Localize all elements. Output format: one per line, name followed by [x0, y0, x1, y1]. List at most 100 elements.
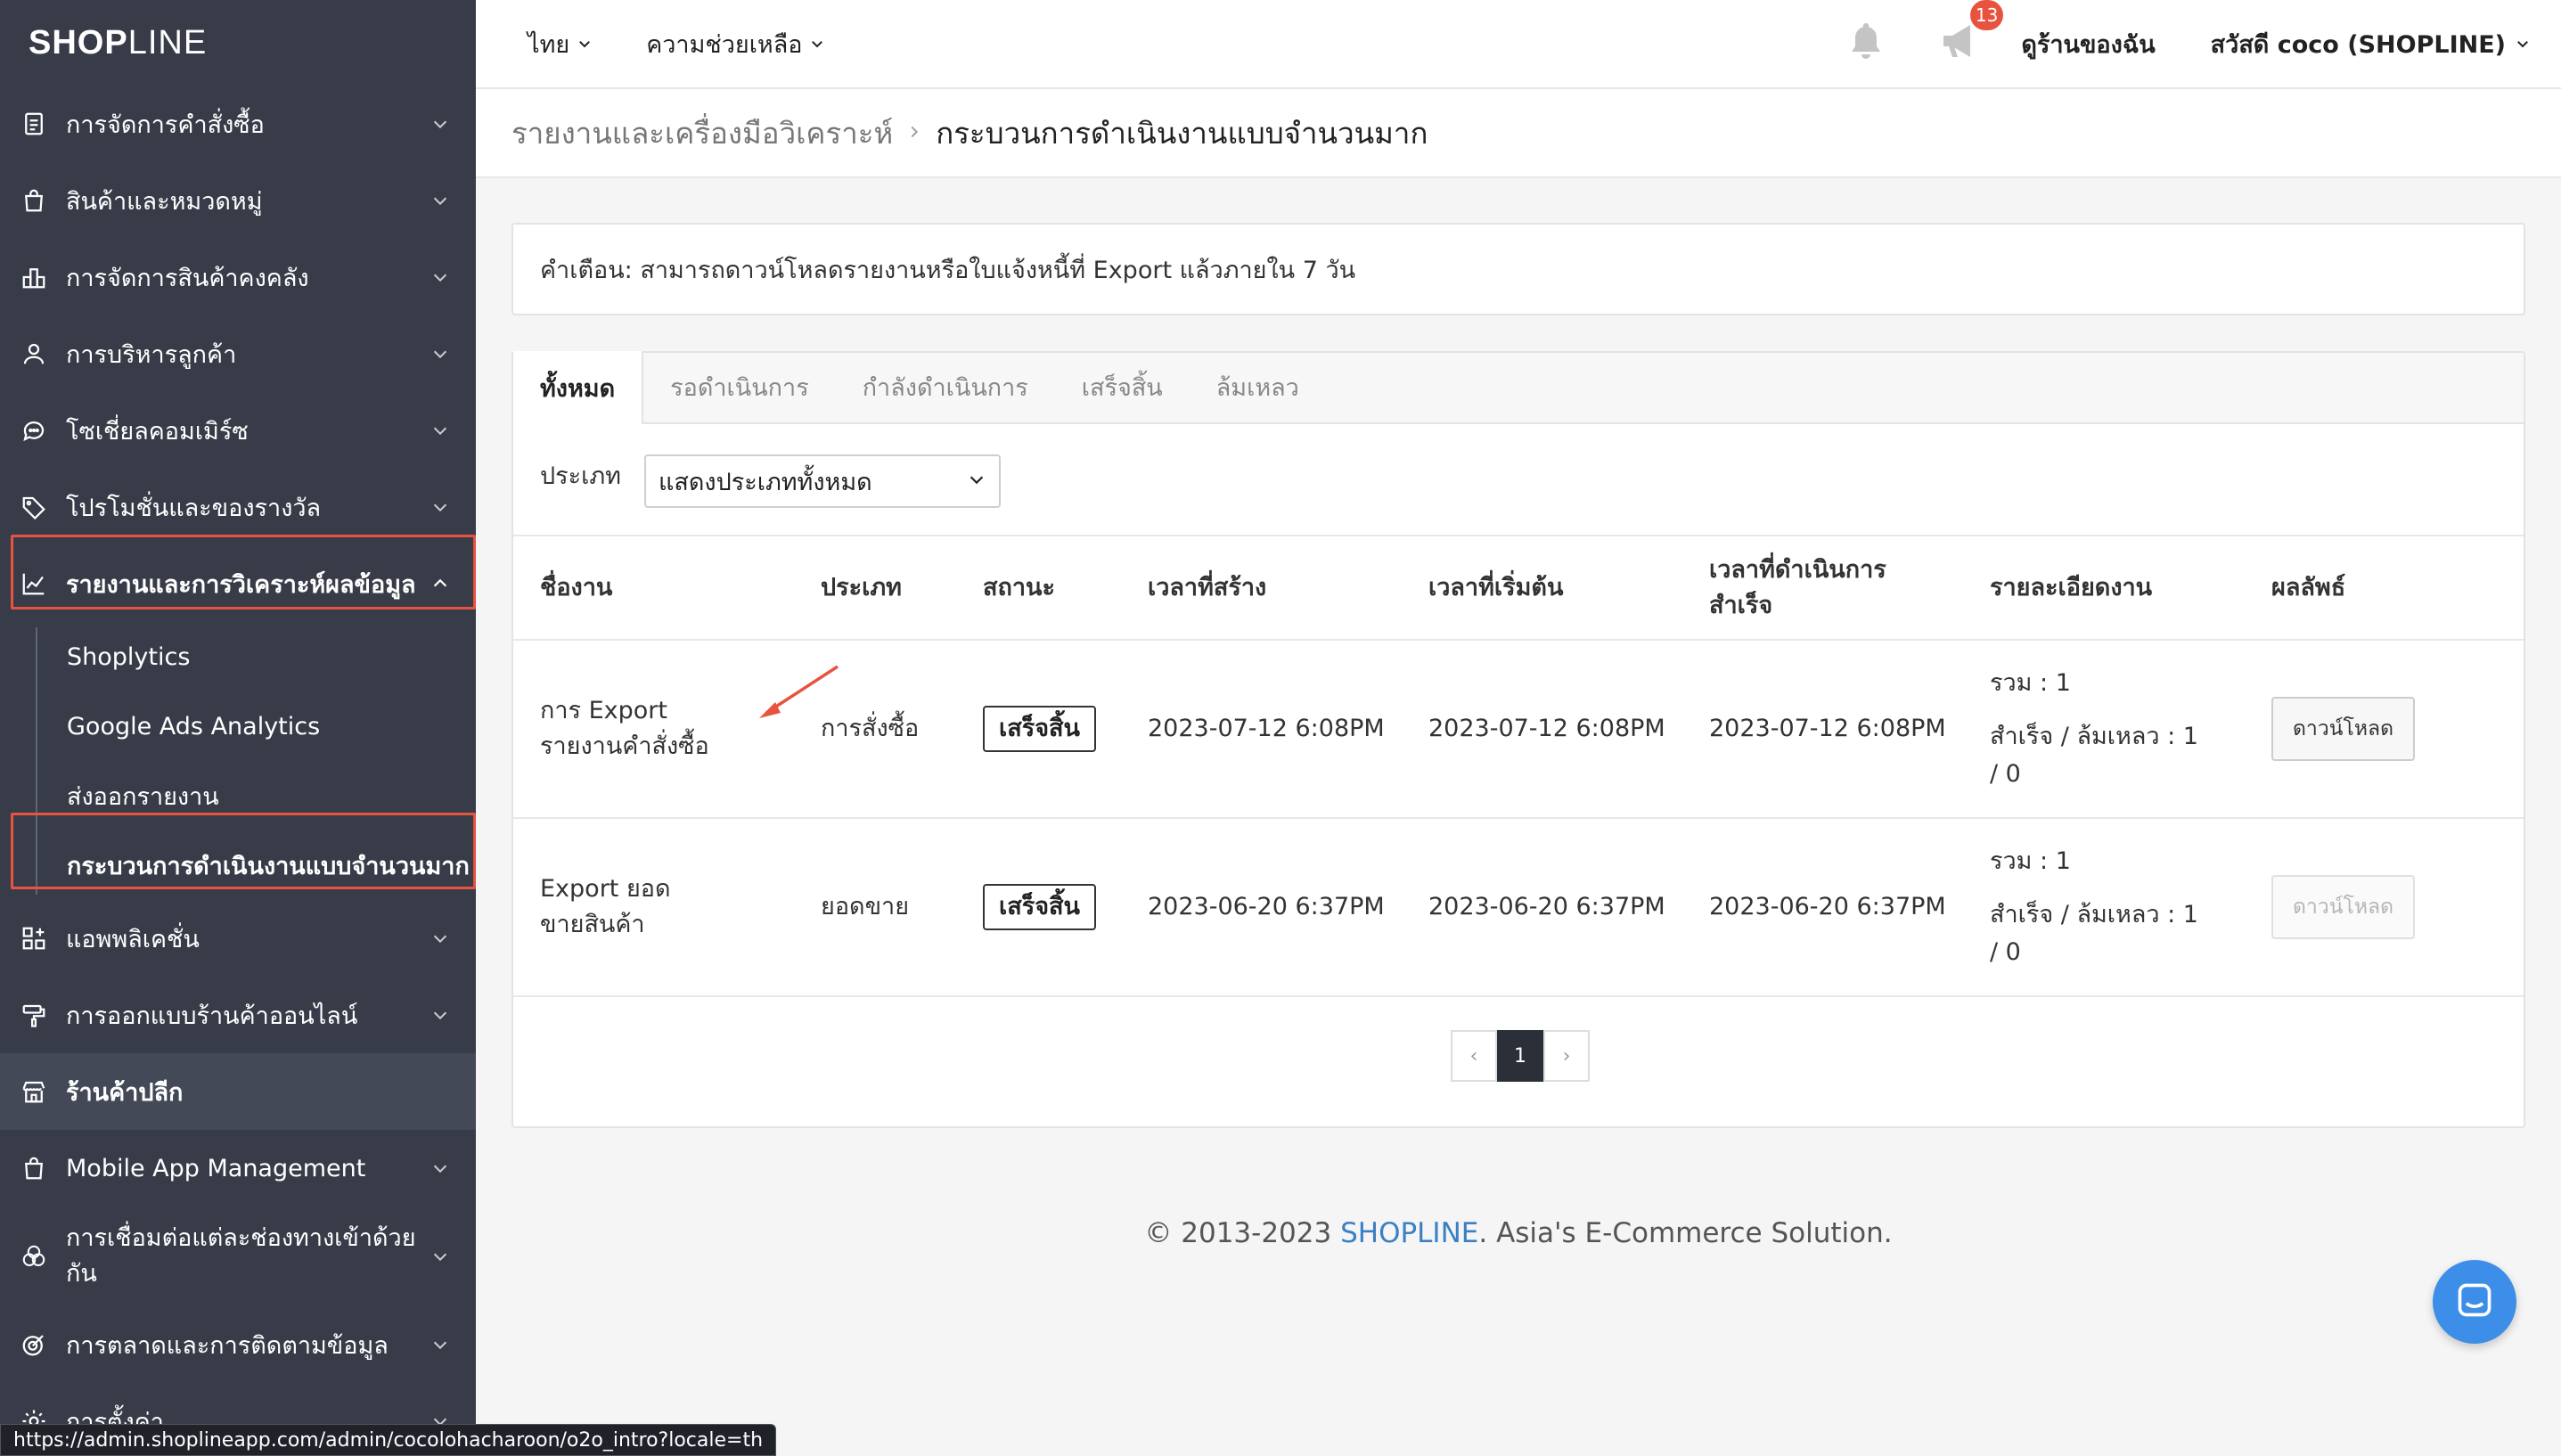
sidebar: SHOP LINE การจัดการคำสั่งซื้อ สินค้าและหม…: [0, 0, 476, 1456]
shopline-logo[interactable]: SHOP LINE: [0, 0, 476, 86]
chevron-down-icon: [428, 1332, 453, 1357]
sidebar-item-apps[interactable]: แอพพลิเคชั่น: [0, 900, 476, 977]
browser-status-url: https://admin.shoplineapp.com/admin/coco…: [0, 1424, 777, 1456]
language-dropdown[interactable]: ไทย: [528, 25, 593, 63]
started-time: 2023-07-12 6:08PM: [1402, 640, 1682, 819]
mobile-bag-icon: [16, 1150, 52, 1186]
help-dropdown[interactable]: ความช่วยเหลือ: [646, 25, 825, 63]
chevron-down-icon: [2515, 30, 2531, 58]
result-cell: ดาวน์โหลด: [2245, 818, 2524, 997]
sidebar-item-label: ร้านค้าปลีก: [66, 1078, 184, 1107]
warning-notice: คำเตือน: สามารถดาวน์โหลดรายงานหรือใบแจ้ง…: [511, 223, 2525, 315]
sidebar-item-promotions[interactable]: โปรโมชั่นและของรางวัล: [0, 469, 476, 545]
announcement-button[interactable]: 13: [1937, 0, 2004, 69]
sidebar-subitem-export-reports[interactable]: ส่งออกรายงาน: [0, 761, 476, 830]
type-select[interactable]: แสดงประเภททั้งหมด: [643, 454, 1001, 508]
sidebar-item-omnichannel[interactable]: การเชื่อมต่อแต่ละช่องทางเข้าด้วยกัน: [0, 1207, 476, 1306]
sidebar-item-label: การจัดการคำสั่งซื้อ: [66, 110, 265, 139]
table-header-row: ชื่องาน ประเภท สถานะ เวลาที่สร้าง เวลาที…: [513, 536, 2524, 641]
sidebar-item-store-design[interactable]: การออกแบบร้านค้าออนไลน์: [0, 977, 476, 1053]
sidebar-subitem-google-ads[interactable]: Google Ads Analytics: [0, 691, 476, 761]
chevron-down-icon: [428, 418, 453, 443]
job-name: การ Export รายงานคำสั่งซื้อ: [513, 640, 794, 819]
column-header: ผลลัพธ์: [2245, 536, 2524, 641]
column-header: เวลาที่เริ่มต้น: [1402, 536, 1682, 641]
sidebar-item-marketing[interactable]: การตลาดและการติดตามข้อมูล: [0, 1306, 476, 1383]
tab-in-progress[interactable]: กำลังดำเนินการ: [836, 351, 1055, 422]
sidebar-item-orders[interactable]: การจัดการคำสั่งซื้อ: [0, 86, 476, 162]
sidebar-item-label: แอพพลิเคชั่น: [66, 925, 200, 953]
created-time: 2023-07-12 6:08PM: [1121, 640, 1402, 819]
chevron-down-icon: [428, 341, 453, 366]
sidebar-item-label: การบริหารลูกค้า: [66, 340, 237, 369]
job-status-cell: เสร็จสิ้น: [956, 640, 1121, 819]
chevron-down-icon: [428, 495, 453, 519]
tab-pending[interactable]: รอดำเนินการ: [643, 351, 836, 422]
status-tabs: ทั้งหมด รอดำเนินการ กำลังดำเนินการ เสร็จ…: [513, 351, 2524, 424]
job-details: รวม : 1 สำเร็จ / ล้มเหลว : 1 / 0: [1963, 640, 2245, 819]
sidebar-item-label: สินค้าและหมวดหมู่: [66, 187, 263, 216]
megaphone-icon: [1937, 24, 1985, 69]
download-button[interactable]: ดาวน์โหลด: [2271, 697, 2416, 761]
logo-bold-text: SHOP: [29, 23, 128, 61]
column-header: เวลาที่ดำเนินการสำเร็จ: [1682, 536, 1963, 641]
chevron-down-icon: [428, 1244, 453, 1269]
help-label: ความช่วยเหลือ: [646, 30, 803, 59]
sidebar-item-customers[interactable]: การบริหารลูกค้า: [0, 315, 476, 392]
completed-time: 2023-07-12 6:08PM: [1682, 640, 1963, 819]
chat-support-button[interactable]: [2433, 1260, 2516, 1344]
type-select-value: แสดงประเภททั้งหมด: [658, 468, 872, 496]
sidebar-item-retail-store[interactable]: ร้านค้าปลีก: [0, 1053, 476, 1130]
type-filter: ประเภท แสดงประเภททั้งหมด: [513, 424, 2524, 536]
sidebar-item-label: การตลาดและการติดตามข้อมูล: [66, 1331, 389, 1360]
pagination-next[interactable]: ›: [1543, 1030, 1590, 1082]
bell-icon[interactable]: [1845, 19, 1887, 70]
chevron-right-icon: [907, 118, 921, 149]
warning-notice-text: คำเตือน: สามารถดาวน์โหลดรายงานหรือใบแจ้ง…: [540, 256, 1356, 284]
job-name: Export ยอดขายสินค้า: [513, 818, 794, 997]
column-header: รายละเอียดงาน: [1963, 536, 2245, 641]
sidebar-item-mobile-app[interactable]: Mobile App Management: [0, 1130, 476, 1207]
tab-failed[interactable]: ล้มเหลว: [1190, 351, 1326, 422]
column-header: เวลาที่สร้าง: [1121, 536, 1402, 641]
shopping-bag-icon: [16, 183, 52, 218]
sidebar-subitem-shoplytics[interactable]: Shoplytics: [0, 622, 476, 691]
main-content: รายงานและเครื่องมือวิเคราะห์ กระบวนการดำ…: [476, 89, 2561, 1456]
user-menu-dropdown[interactable]: สวัสดี coco (SHOPLINE): [2211, 25, 2531, 63]
job-type: ยอดขาย: [794, 818, 956, 997]
column-header: ชื่องาน: [513, 536, 794, 641]
warehouse-icon: [16, 259, 52, 295]
sidebar-item-social-commerce[interactable]: โซเชี่ยลคอมเมิร์ซ: [0, 392, 476, 469]
chevron-down-icon: [428, 1156, 453, 1181]
view-my-store-link[interactable]: ดูร้านของฉัน: [2021, 25, 2155, 63]
breadcrumb: รายงานและเครื่องมือวิเคราะห์ กระบวนการดำ…: [476, 89, 2561, 178]
tab-all[interactable]: ทั้งหมด: [513, 351, 644, 424]
sidebar-item-label: โซเชี่ยลคอมเมิร์ซ: [66, 417, 249, 446]
apps-grid-icon: [16, 920, 52, 956]
sidebar-item-inventory[interactable]: การจัดการสินค้าคงคลัง: [0, 239, 476, 315]
tab-completed[interactable]: เสร็จสิ้น: [1055, 351, 1190, 422]
circles-icon: [16, 1239, 52, 1274]
breadcrumb-parent-link[interactable]: รายงานและเครื่องมือวิเคราะห์: [511, 110, 893, 157]
sidebar-item-reports[interactable]: รายงานและการวิเคราะห์ผลข้อมูล: [0, 545, 476, 622]
chevron-down-icon: [967, 468, 986, 495]
chat-bubble-icon: [16, 413, 52, 448]
sidebar-subitem-bulk-operations[interactable]: กระบวนการดำเนินงานแบบจำนวนมาก: [0, 830, 476, 900]
created-time: 2023-06-20 6:37PM: [1121, 818, 1402, 997]
sidebar-item-label: Mobile App Management: [66, 1154, 366, 1182]
table-row: Export ยอดขายสินค้า ยอดขาย เสร็จสิ้น 202…: [513, 818, 2524, 997]
chevron-up-icon: [428, 571, 453, 596]
footer-shopline-link[interactable]: SHOPLINE: [1340, 1217, 1478, 1249]
chevron-down-icon: [428, 265, 453, 290]
started-time: 2023-06-20 6:37PM: [1402, 818, 1682, 997]
user-icon: [16, 336, 52, 372]
pagination-page[interactable]: 1: [1497, 1030, 1543, 1082]
details-total: รวม : 1: [1990, 847, 2071, 875]
chevron-down-icon: [428, 1002, 453, 1027]
download-button[interactable]: ดาวน์โหลด: [2271, 875, 2416, 939]
pagination-prev[interactable]: ‹: [1451, 1030, 1497, 1082]
reports-submenu: Shoplytics Google Ads Analytics ส่งออกรา…: [0, 622, 476, 900]
type-filter-label: ประเภท: [540, 462, 621, 490]
notification-badge: 13: [1969, 0, 2004, 30]
sidebar-item-products[interactable]: สินค้าและหมวดหมู่: [0, 162, 476, 239]
